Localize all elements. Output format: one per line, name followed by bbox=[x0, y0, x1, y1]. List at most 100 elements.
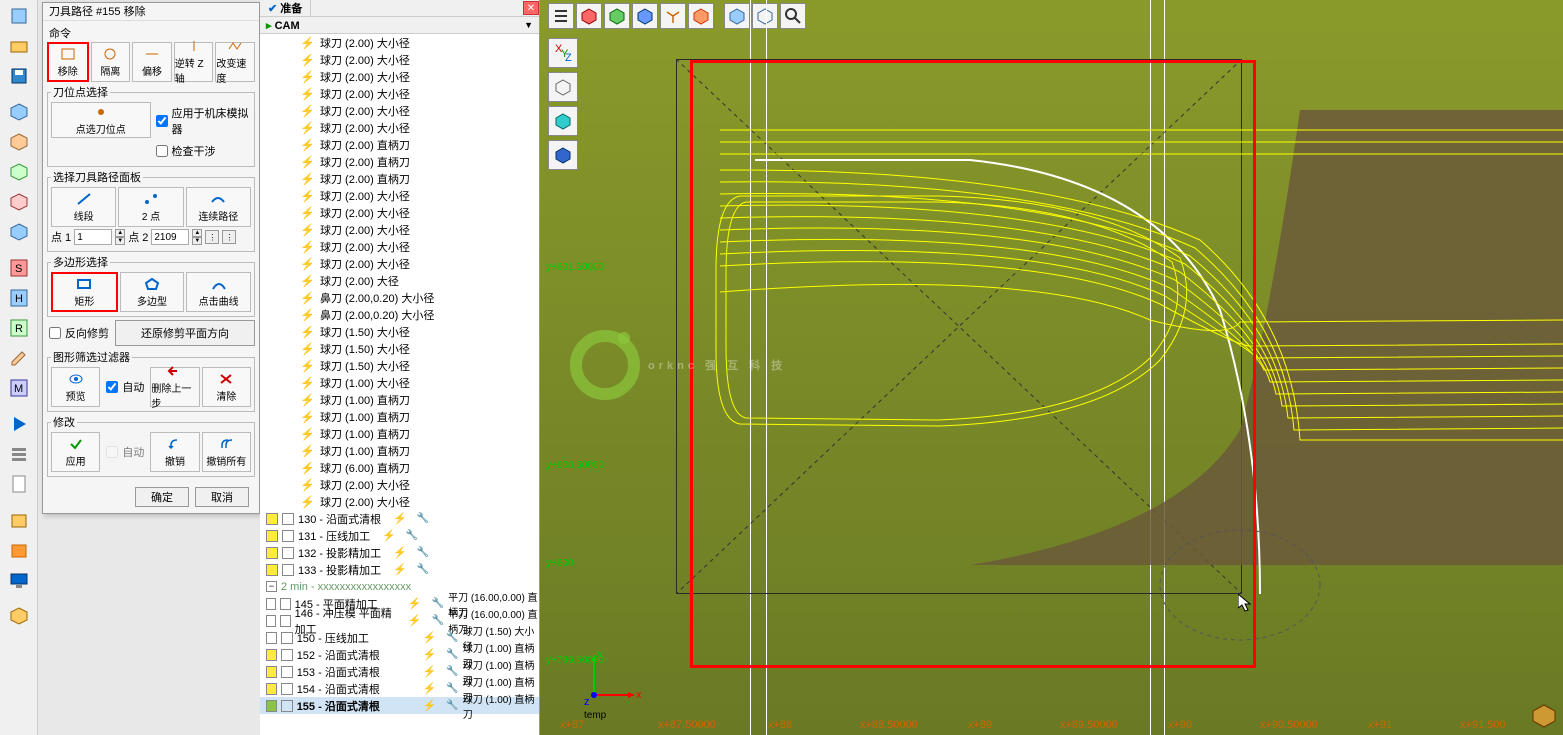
row-color-sq[interactable] bbox=[281, 632, 292, 644]
restore-plane-button[interactable]: 还原修剪平面方向 bbox=[115, 320, 255, 346]
reverse-trim-checkbox[interactable] bbox=[49, 327, 61, 339]
tree-tool-row[interactable]: ⚡球刀 (2.00) 直柄刀 bbox=[260, 153, 539, 170]
tool-play-icon[interactable] bbox=[1, 410, 37, 438]
tree-tool-row[interactable]: ⚡球刀 (1.00) 大小径 bbox=[260, 374, 539, 391]
row-checkbox[interactable] bbox=[266, 530, 278, 542]
tree-tool-row[interactable]: ⚡鼻刀 (2.00,0.20) 大小径 bbox=[260, 289, 539, 306]
tool-cube2-icon[interactable] bbox=[1, 128, 37, 156]
row-checkbox[interactable] bbox=[266, 649, 277, 661]
row-color-sq[interactable] bbox=[280, 615, 290, 627]
auto-checkbox[interactable] bbox=[106, 381, 118, 393]
ok-button[interactable]: 确定 bbox=[135, 487, 189, 507]
mini-btn-1[interactable]: ⋮ bbox=[205, 230, 219, 244]
prepare-tab[interactable]: ✔准备 bbox=[260, 0, 311, 16]
offset-button[interactable]: 偏移 bbox=[132, 42, 172, 82]
tree-tool-row[interactable]: ⚡球刀 (2.00) 大小径 bbox=[260, 51, 539, 68]
change-speed-button[interactable]: 改变速度 bbox=[215, 42, 255, 82]
delete-last-step-button[interactable]: 删除上一步 bbox=[150, 367, 199, 407]
tree-tool-row[interactable]: ⚡球刀 (2.00) 大小径 bbox=[260, 493, 539, 510]
tree-tool-row[interactable]: ⚡球刀 (2.00) 大小径 bbox=[260, 187, 539, 204]
tree-tool-row[interactable]: ⚡鼻刀 (2.00,0.20) 大小径 bbox=[260, 306, 539, 323]
tree-op-row[interactable]: 132 - 投影精加工⚡🔧 bbox=[260, 544, 539, 561]
tree-tool-row[interactable]: ⚡球刀 (1.00) 直柄刀 bbox=[260, 391, 539, 408]
collapse-icon[interactable]: − bbox=[266, 581, 277, 592]
tool-report-icon[interactable] bbox=[1, 470, 37, 498]
apply-sim-checkbox[interactable] bbox=[156, 115, 168, 127]
tool-s-icon[interactable]: S bbox=[1, 254, 37, 282]
mini-btn-2[interactable]: ⋮ bbox=[222, 230, 236, 244]
tree-tool-row[interactable]: ⚡球刀 (2.00) 大小径 bbox=[260, 85, 539, 102]
tree-tool-row[interactable]: ⚡球刀 (6.00) 直柄刀 bbox=[260, 459, 539, 476]
check-interference-checkbox[interactable] bbox=[156, 145, 168, 157]
row-color-sq[interactable] bbox=[282, 530, 294, 542]
tree-tool-row[interactable]: ⚡球刀 (2.00) 直柄刀 bbox=[260, 170, 539, 187]
tree-tool-row[interactable]: ⚡球刀 (1.50) 大小径 bbox=[260, 323, 539, 340]
click-curve-button[interactable]: 点击曲线 bbox=[186, 272, 251, 312]
cancel-button[interactable]: 取消 bbox=[195, 487, 249, 507]
row-color-sq[interactable] bbox=[280, 598, 290, 610]
apply-button[interactable]: 应用 bbox=[51, 432, 100, 472]
tree-tool-row[interactable]: ⚡球刀 (1.00) 直柄刀 bbox=[260, 442, 539, 459]
clear-button[interactable]: 清除 bbox=[202, 367, 251, 407]
tool-pencil-icon[interactable] bbox=[1, 344, 37, 372]
viewport[interactable]: XYZ bbox=[540, 0, 1563, 735]
isolate-button[interactable]: 隔离 bbox=[91, 42, 131, 82]
row-color-sq[interactable] bbox=[281, 666, 292, 678]
row-color-sq[interactable] bbox=[282, 547, 294, 559]
tree-tool-row[interactable]: ⚡球刀 (2.00) 大径 bbox=[260, 272, 539, 289]
row-checkbox[interactable] bbox=[266, 547, 278, 559]
tree-tool-row[interactable]: ⚡球刀 (1.50) 大小径 bbox=[260, 340, 539, 357]
axis-gizmo[interactable]: x y z bbox=[584, 645, 644, 705]
tree-tool-row[interactable]: ⚡球刀 (2.00) 大小径 bbox=[260, 204, 539, 221]
tool-box-yellow-icon[interactable] bbox=[1, 506, 37, 534]
tree-op-row[interactable]: 155 - 沿面式清根⚡🔧球刀 (1.00) 直柄刀 bbox=[260, 697, 539, 714]
tool-r-icon[interactable]: R bbox=[1, 314, 37, 342]
tree-tool-row[interactable]: ⚡球刀 (2.00) 大小径 bbox=[260, 221, 539, 238]
corner-cube-icon[interactable] bbox=[1531, 703, 1557, 729]
tool-gold-cube-icon[interactable] bbox=[1, 602, 37, 630]
point2-spinner[interactable]: ▲▼ bbox=[192, 229, 202, 245]
tree-op-row[interactable]: 131 - 压线加工⚡🔧 bbox=[260, 527, 539, 544]
tool-cube5-icon[interactable] bbox=[1, 218, 37, 246]
continuous-path-button[interactable]: 连续路径 bbox=[186, 187, 251, 227]
tree-tool-row[interactable]: ⚡球刀 (1.00) 直柄刀 bbox=[260, 425, 539, 442]
row-color-sq[interactable] bbox=[281, 700, 292, 712]
cam-label[interactable]: ▸ CAM bbox=[266, 19, 300, 32]
tool-monitor-icon[interactable] bbox=[1, 566, 37, 594]
point1-input[interactable] bbox=[74, 229, 112, 245]
tool-open-icon[interactable] bbox=[1, 32, 37, 60]
collapse-icon[interactable]: ▼ bbox=[524, 20, 533, 30]
row-color-sq[interactable] bbox=[282, 564, 294, 576]
tool-save-icon[interactable] bbox=[1, 62, 37, 90]
undo-button[interactable]: 撤销 bbox=[150, 432, 199, 472]
row-color-sq[interactable] bbox=[281, 683, 292, 695]
pick-toolpos-button[interactable]: 点选刀位点 bbox=[51, 102, 151, 138]
row-color-sq[interactable] bbox=[282, 513, 294, 525]
tree-tool-row[interactable]: ⚡球刀 (1.00) 直柄刀 bbox=[260, 408, 539, 425]
tree-tool-row[interactable]: ⚡球刀 (1.50) 大小径 bbox=[260, 357, 539, 374]
rectangle-button[interactable]: 矩形 bbox=[51, 272, 118, 312]
row-checkbox[interactable] bbox=[266, 700, 277, 712]
tool-list-icon[interactable] bbox=[1, 440, 37, 468]
tree-op-row[interactable]: 133 - 投影精加工⚡🔧 bbox=[260, 561, 539, 578]
tree-tool-row[interactable]: ⚡球刀 (2.00) 直柄刀 bbox=[260, 136, 539, 153]
row-checkbox[interactable] bbox=[266, 632, 277, 644]
tool-box-orange-icon[interactable] bbox=[1, 536, 37, 564]
row-checkbox[interactable] bbox=[266, 598, 276, 610]
row-checkbox[interactable] bbox=[266, 513, 278, 525]
row-color-sq[interactable] bbox=[281, 649, 292, 661]
undo-all-button[interactable]: 撤销所有 bbox=[202, 432, 251, 472]
point2-input[interactable] bbox=[151, 229, 189, 245]
row-checkbox[interactable] bbox=[266, 683, 277, 695]
point1-spinner[interactable]: ▲▼ bbox=[115, 229, 125, 245]
tree-tool-row[interactable]: ⚡球刀 (2.00) 大小径 bbox=[260, 119, 539, 136]
tool-cube1-icon[interactable] bbox=[1, 98, 37, 126]
row-checkbox[interactable] bbox=[266, 615, 276, 627]
tree-tool-row[interactable]: ⚡球刀 (2.00) 大小径 bbox=[260, 476, 539, 493]
tool-new-icon[interactable] bbox=[1, 2, 37, 30]
polygon-button[interactable]: 多边型 bbox=[120, 272, 185, 312]
tool-cube3-icon[interactable] bbox=[1, 158, 37, 186]
tool-m-icon[interactable]: M bbox=[1, 374, 37, 402]
reverse-z-button[interactable]: 逆转 Z 轴 bbox=[174, 42, 214, 82]
two-points-button[interactable]: 2 点 bbox=[118, 187, 183, 227]
